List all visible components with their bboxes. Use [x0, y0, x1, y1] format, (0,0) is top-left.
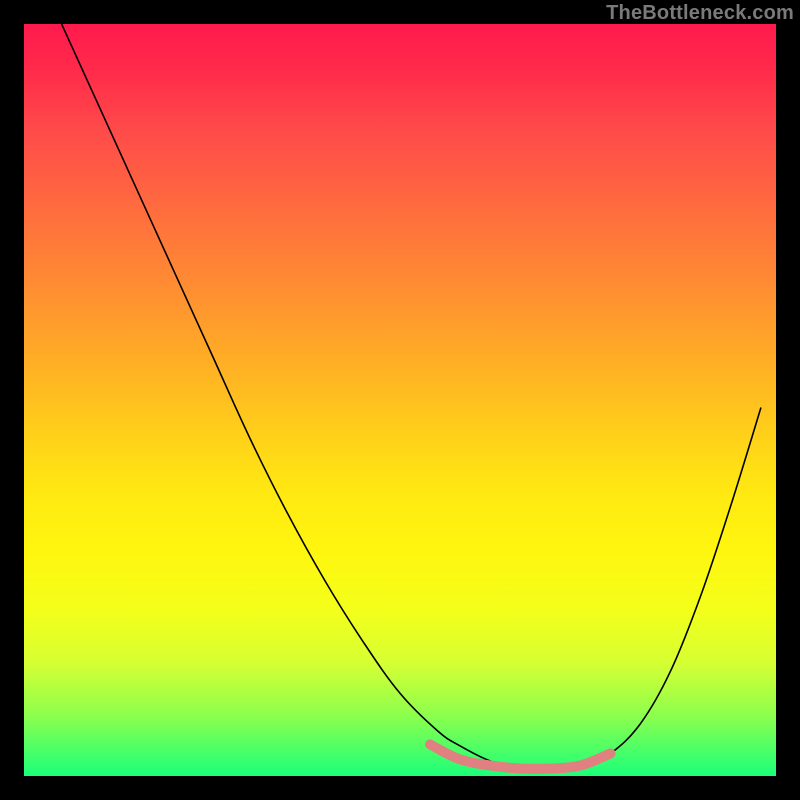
plot-area — [24, 24, 776, 776]
watermark-text: TheBottleneck.com — [606, 2, 794, 25]
chart-stage: TheBottleneck.com — [0, 0, 800, 800]
